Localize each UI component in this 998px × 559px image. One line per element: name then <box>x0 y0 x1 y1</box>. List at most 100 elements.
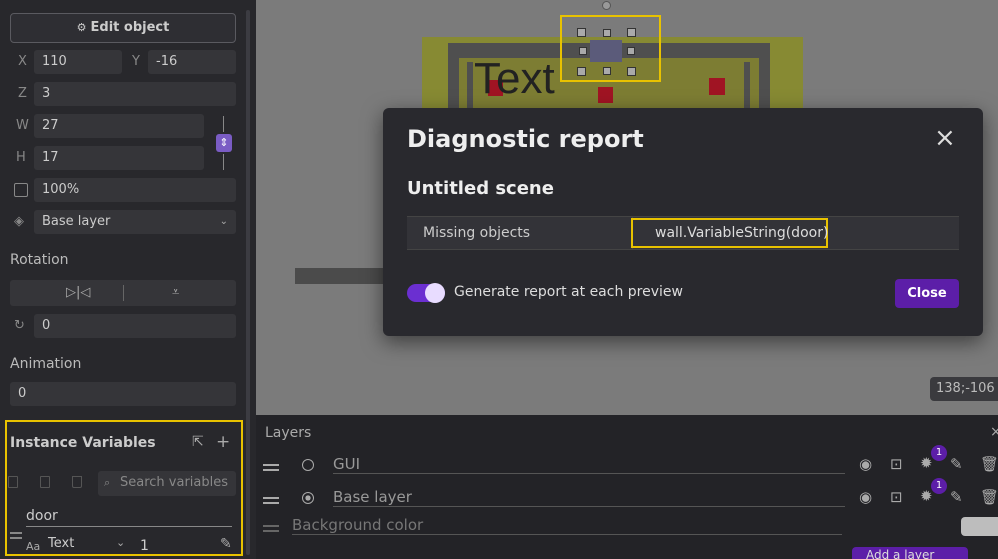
edit-icon[interactable]: ✎ <box>950 488 963 506</box>
layer-name-gui[interactable]: GUI <box>333 455 845 474</box>
paste-icon[interactable] <box>40 476 50 488</box>
background-color-label: Background color <box>292 516 842 535</box>
resize-handle-br[interactable] <box>627 67 636 76</box>
z-label: Z <box>18 86 27 101</box>
drag-handle-icon[interactable] <box>263 464 279 466</box>
effects-badge: 1 <box>931 445 947 461</box>
layer-row-base[interactable]: Base layer ◉ ⊡ ✹ 1 ✎ 🗑 <box>256 478 998 513</box>
resize-handle-l[interactable] <box>579 47 587 55</box>
opacity-icon <box>14 183 28 197</box>
unlock-icon[interactable]: ⊡ <box>890 488 903 506</box>
layer-row-background: Background color <box>256 511 998 541</box>
z-input[interactable]: 3 <box>34 82 236 106</box>
flip-horizontal-icon[interactable]: ▷|◁ <box>66 281 90 305</box>
layer-row-gui[interactable]: GUI ◉ ⊡ ✹ 1 ✎ 🗑 <box>256 445 998 480</box>
resize-handle-r[interactable] <box>627 47 635 55</box>
drag-handle-icon[interactable] <box>263 497 279 499</box>
w-label: W <box>16 118 29 133</box>
floor-sprite <box>295 268 385 284</box>
flip-controls: ▷|◁ ⩡ <box>10 280 236 306</box>
instance-variables-title: Instance Variables <box>10 435 156 451</box>
text-type-icon: Aa <box>26 540 41 553</box>
dialog-title: Diagnostic report <box>407 125 644 153</box>
effects-badge: 1 <box>931 478 947 494</box>
drag-handle-line <box>263 502 279 504</box>
radio-selected-icon[interactable] <box>302 492 314 504</box>
width-input[interactable]: 27 <box>34 114 204 138</box>
layer-name-base[interactable]: Base layer <box>333 488 845 507</box>
x-label: X <box>18 54 27 69</box>
link-line-bottom <box>223 154 224 170</box>
red-block-2 <box>598 87 613 103</box>
chevron-down-icon: ⌄ <box>116 536 126 549</box>
resize-handle-tr[interactable] <box>627 28 636 37</box>
trash-icon[interactable]: 🗑 <box>980 455 998 473</box>
variable-value-field[interactable]: 1 <box>140 538 149 554</box>
toggle-label: Generate report at each preview <box>454 284 683 300</box>
lock-ratio-icon[interactable]: ⇕ <box>216 134 232 152</box>
drag-handle-line <box>263 469 279 471</box>
divider <box>123 285 124 301</box>
unlock-icon[interactable]: ⊡ <box>890 455 903 473</box>
trash-icon[interactable]: 🗑 <box>980 488 998 506</box>
eye-icon[interactable]: ◉ <box>859 455 872 473</box>
delete-icon[interactable] <box>72 476 82 488</box>
layers-icon: ◈ <box>14 214 24 229</box>
link-line-top <box>223 116 224 132</box>
resize-handle-b[interactable] <box>603 67 611 75</box>
open-external-icon[interactable]: ⇱ <box>192 434 204 450</box>
selected-object[interactable] <box>590 40 622 62</box>
rotate-handle[interactable] <box>602 1 611 10</box>
layer-select[interactable]: Base layer ⌄ <box>34 210 236 234</box>
animation-input[interactable]: 0 <box>10 382 236 406</box>
drag-handle-icon[interactable] <box>10 532 22 534</box>
background-color-swatch[interactable] <box>961 517 998 536</box>
search-variables-input[interactable]: ⌕ Search variables <box>98 471 236 496</box>
x-input[interactable]: 110 <box>34 50 122 74</box>
y-input[interactable]: -16 <box>148 50 236 74</box>
chevron-down-icon: ⌄ <box>219 216 228 227</box>
properties-panel: ⚙ Edit object X 110 Y -16 Z 3 W 27 H 17 ⇕… <box>0 0 256 559</box>
animation-title: Animation <box>10 356 82 372</box>
drag-handle-line <box>10 537 22 539</box>
flip-vertical-icon[interactable]: ⩡ <box>172 281 179 305</box>
resize-handle-tl[interactable] <box>577 28 586 37</box>
edit-object-icon: ⚙ <box>76 21 87 34</box>
edit-pencil-icon[interactable]: ✎ <box>220 536 232 552</box>
layers-panel: Layers × GUI ◉ ⊡ ✹ 1 ✎ 🗑 Base layer ◉ ⊡ … <box>256 415 998 559</box>
add-variable-icon[interactable]: + <box>216 432 230 452</box>
drag-handle-line <box>263 530 279 532</box>
rotation-title: Rotation <box>10 252 69 268</box>
report-row-label: Missing objects <box>423 225 531 241</box>
diagnostic-report-dialog: Diagnostic report × Untitled scene Missi… <box>383 108 983 336</box>
radio-unselected-icon[interactable] <box>302 459 314 471</box>
toggle-knob <box>425 283 445 303</box>
light-icon[interactable]: ✹ <box>920 487 933 505</box>
scene-name: Untitled scene <box>407 178 554 199</box>
close-panel-icon[interactable]: × <box>990 424 998 440</box>
eye-icon[interactable]: ◉ <box>859 488 872 506</box>
light-icon[interactable]: ✹ <box>920 454 933 472</box>
add-layer-button[interactable]: Add a layer <box>852 547 968 559</box>
wall-left <box>467 62 473 108</box>
variable-type-select[interactable]: Text <box>48 536 74 551</box>
report-toggle[interactable] <box>407 283 445 303</box>
copy-icon[interactable] <box>8 476 18 488</box>
edit-object-button[interactable]: ⚙ Edit object <box>10 13 236 43</box>
resize-handle-bl[interactable] <box>577 67 586 76</box>
resize-handle-t[interactable] <box>603 29 611 37</box>
properties-scrollbar[interactable] <box>246 10 250 555</box>
wall-right <box>744 62 750 108</box>
close-button[interactable]: Close <box>895 279 959 308</box>
angle-input[interactable]: 0 <box>34 314 236 338</box>
layers-title: Layers <box>265 425 312 441</box>
edit-icon[interactable]: ✎ <box>950 455 963 473</box>
height-input[interactable]: 17 <box>34 146 204 170</box>
close-icon[interactable]: × <box>934 125 956 151</box>
y-label: Y <box>132 54 140 69</box>
search-icon: ⌕ <box>104 476 111 489</box>
variable-name-field[interactable]: door <box>26 508 232 527</box>
drag-handle-icon <box>263 525 279 527</box>
red-block-3 <box>709 78 725 95</box>
opacity-input[interactable]: 100% <box>34 178 236 202</box>
